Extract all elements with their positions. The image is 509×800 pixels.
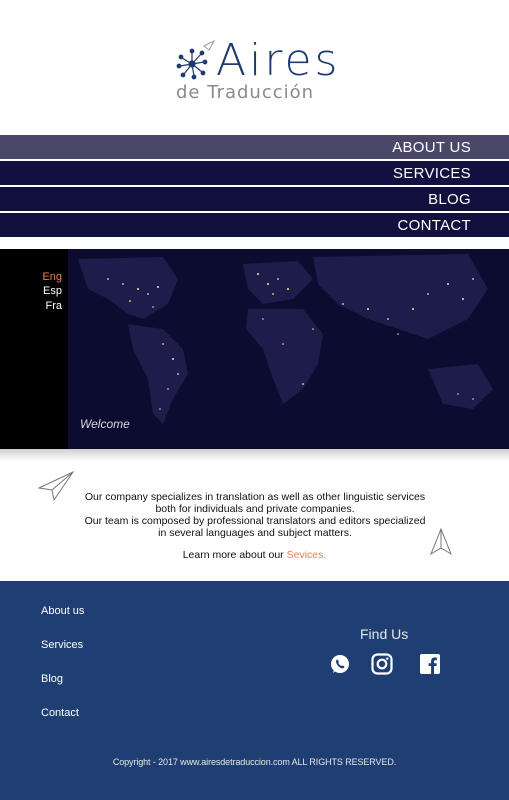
footer-link-contact[interactable]: Contact bbox=[41, 707, 79, 719]
nav-item-services[interactable]: SERVICES bbox=[0, 161, 509, 185]
learn-more-text: Learn more about our bbox=[182, 549, 287, 561]
intro-line: Our team is composed by professional tra… bbox=[84, 515, 426, 527]
footer-link-services[interactable]: Services bbox=[41, 639, 83, 651]
language-english[interactable]: Eng bbox=[0, 270, 62, 284]
footer: About us Services Blog Contact Find Us C… bbox=[0, 581, 509, 800]
copyright-text: Copyright - 2017 www.airesdetraduccion.c… bbox=[112, 757, 397, 767]
intro-line: Our company specializes in translation a… bbox=[84, 491, 426, 503]
language-french[interactable]: Fra bbox=[0, 299, 63, 313]
hero-shadow bbox=[0, 449, 509, 461]
nav-item-contact[interactable]: CONTACT bbox=[0, 213, 509, 237]
nav-item-blog[interactable]: BLOG bbox=[0, 187, 509, 211]
language-spanish[interactable]: Esp bbox=[0, 284, 62, 298]
instagram-icon[interactable] bbox=[371, 653, 393, 675]
intro-line: both for individuals and private compani… bbox=[155, 503, 355, 515]
services-link[interactable]: Sevices. bbox=[287, 549, 327, 561]
footer-link-blog[interactable]: Blog bbox=[41, 673, 63, 685]
hero-banner: Eng Esp Fra Welcome bbox=[0, 249, 509, 449]
logo[interactable]: Aires de Traducción bbox=[176, 36, 337, 108]
find-us-heading: Find Us bbox=[360, 626, 409, 642]
intro-section: Our company specializes in translation a… bbox=[0, 465, 509, 580]
intro-line: in several languages and subject matters… bbox=[158, 527, 352, 539]
header: Aires de Traducción bbox=[0, 0, 509, 135]
paper-plane-small-icon bbox=[430, 528, 452, 556]
whatsapp-icon[interactable] bbox=[329, 653, 351, 675]
hero-caption: Welcome bbox=[80, 417, 130, 431]
dandelion-logo-icon bbox=[176, 39, 216, 80]
facebook-icon[interactable] bbox=[419, 653, 441, 675]
brand-subtitle: de Traducción bbox=[176, 82, 315, 103]
paper-plane-icon bbox=[38, 470, 74, 502]
world-night-map-image bbox=[68, 249, 509, 449]
intro-paragraph: Our company specializes in translation a… bbox=[80, 491, 430, 539]
main-nav: ABOUT US SERVICES BLOG CONTACT bbox=[0, 135, 509, 239]
nav-item-about-us[interactable]: ABOUT US bbox=[0, 135, 509, 159]
brand-name: Aires bbox=[216, 35, 341, 86]
footer-link-about-us[interactable]: About us bbox=[41, 605, 84, 617]
